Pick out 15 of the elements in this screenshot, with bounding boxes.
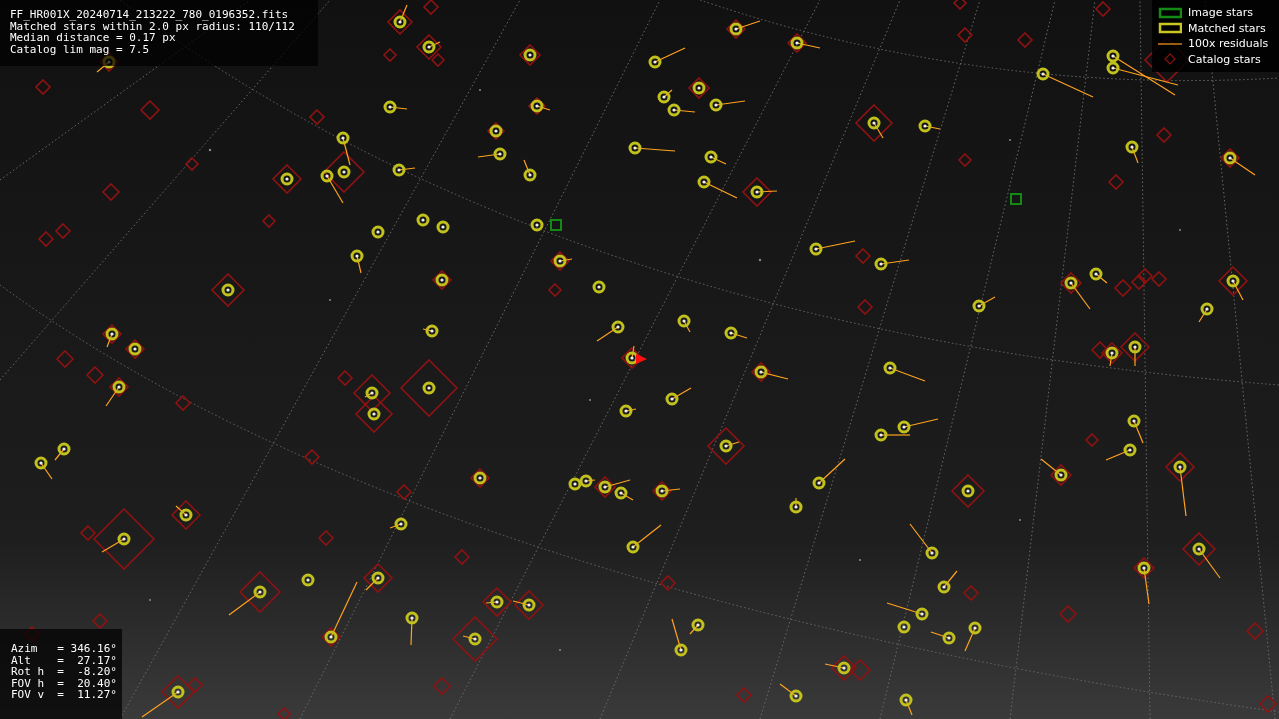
info-text: FOV h = 20.40° bbox=[11, 677, 117, 689]
diamond-icon bbox=[1164, 53, 1176, 66]
legend-label: Matched stars bbox=[1188, 21, 1266, 35]
legend-label: Catalog stars bbox=[1188, 52, 1261, 66]
line-icon bbox=[1158, 43, 1182, 45]
info-text: Catalog lim mag = 7.5 bbox=[10, 43, 150, 55]
legend-label: Image stars bbox=[1188, 6, 1253, 20]
legend-label: 100x residuals bbox=[1188, 37, 1269, 51]
info-text: FOV v = 11.27° bbox=[11, 689, 117, 701]
info-text: Azim = 346.16° bbox=[11, 643, 117, 655]
info-text: Alt = 27.17° bbox=[11, 654, 117, 666]
info-text: Matched stars within 2.0 px radius: 110/112 bbox=[10, 20, 295, 32]
info-text: Rot h = -8.20° bbox=[11, 666, 117, 678]
info-text: FF_HR001X_20240714_213222_780_0196352.fits bbox=[10, 9, 289, 21]
info-text: Median distance = 0.17 px bbox=[10, 32, 176, 44]
